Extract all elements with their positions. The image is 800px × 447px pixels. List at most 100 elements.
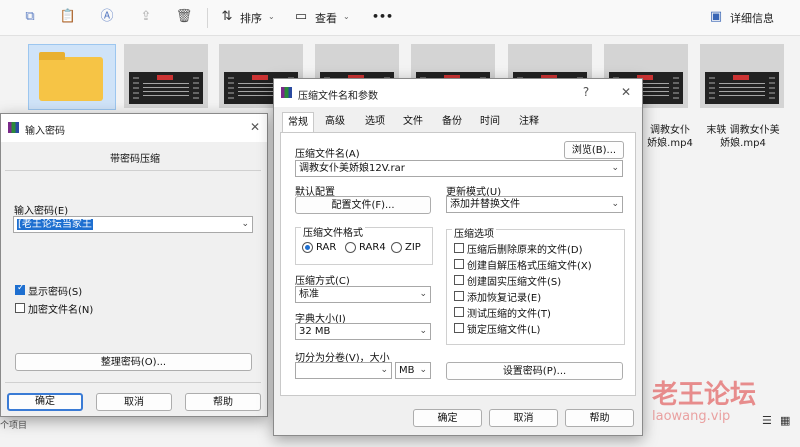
chevron-down-icon: ⌄: [343, 12, 350, 21]
help-button[interactable]: 帮助: [185, 393, 261, 411]
format-zip-label: ZIP: [405, 242, 421, 253]
explorer-toolbar: ⧉ 📋 Ⓐ ⇪ 🗑 ⇅ 排序 ⌄ ▭ 查看 ⌄ ••• ▣ 详细信息: [0, 0, 800, 36]
close-icon[interactable]: ✕: [616, 85, 636, 99]
copy-icon[interactable]: ⧉: [20, 7, 40, 27]
winrar-icon: [281, 87, 292, 98]
tab-files[interactable]: 文件: [398, 112, 428, 132]
tab-options[interactable]: 选项: [360, 112, 390, 132]
encrypt-names-label: 加密文件名(N): [28, 305, 94, 316]
share-icon[interactable]: ⇪: [136, 7, 156, 27]
format-rar-radio[interactable]: [302, 242, 313, 253]
set-password-button[interactable]: 设置密码(P)...: [446, 362, 623, 380]
chevron-down-icon[interactable]: ⌄: [419, 287, 427, 302]
file-name-line: 娇娘.mp4: [720, 138, 766, 149]
option-test-checkbox[interactable]: [454, 307, 464, 317]
method-label: 压缩方式(C): [295, 276, 350, 287]
folder-item[interactable]: [28, 44, 116, 110]
cancel-button[interactable]: 取消: [489, 409, 558, 427]
option-recovery-label: 添加恢复记录(E): [467, 293, 542, 304]
chevron-down-icon[interactable]: ⌄: [380, 363, 388, 378]
divider: [5, 170, 261, 171]
update-mode-value: 添加并替换文件: [450, 199, 520, 210]
tab-time[interactable]: 时间: [475, 112, 505, 132]
cancel-button[interactable]: 取消: [96, 393, 172, 411]
format-zip-radio[interactable]: [391, 242, 402, 253]
divider: [207, 8, 208, 28]
paste-icon[interactable]: 📋: [58, 7, 78, 27]
config-file-button[interactable]: 配置文件(F)...: [295, 196, 431, 214]
option-delete-checkbox[interactable]: [454, 243, 464, 253]
option-sfx-checkbox[interactable]: [454, 259, 464, 269]
ok-button[interactable]: 确定: [413, 409, 482, 427]
archive-name-label: 压缩文件名(A): [295, 149, 360, 160]
file-name-line: 末轶 调教女仆美: [706, 125, 780, 136]
video-thumbnail[interactable]: [124, 44, 208, 108]
format-rar4-label: RAR4: [359, 242, 386, 253]
details-button[interactable]: 详细信息: [730, 10, 774, 26]
list-view-icon[interactable]: ☰: [762, 414, 772, 427]
option-lock-label: 锁定压缩文件(L): [467, 325, 541, 336]
organize-passwords-button[interactable]: 整理密码(O)...: [15, 353, 252, 371]
tab-general[interactable]: 常规: [282, 112, 314, 133]
film-icon: [129, 72, 203, 104]
tab-advanced[interactable]: 高级: [320, 112, 350, 132]
password-dialog-titlebar: 输入密码 ✕: [1, 114, 267, 142]
winrar-icon: [8, 122, 19, 133]
encrypt-names-checkbox[interactable]: [15, 303, 25, 313]
chevron-down-icon[interactable]: ⌄: [611, 161, 619, 176]
sort-button[interactable]: 排序: [240, 10, 262, 26]
browse-button[interactable]: 浏览(B)...: [564, 141, 624, 159]
watermark-url: laowang.vip: [652, 409, 731, 424]
archive-name-input[interactable]: 调教女仆美娇娘12V.rar ⌄: [295, 160, 623, 177]
delete-icon[interactable]: 🗑: [174, 7, 194, 27]
view-icon[interactable]: ▭: [291, 7, 311, 27]
chevron-down-icon[interactable]: ⌄: [241, 217, 249, 232]
tab-bar: 常规 高级 选项 文件 备份 时间 注释: [280, 112, 634, 134]
video-thumbnail[interactable]: [700, 44, 784, 108]
option-sfx-label: 创建自解压格式压缩文件(X): [467, 261, 592, 272]
tile-view-icon[interactable]: ▦: [780, 414, 790, 427]
password-dialog-title: 输入密码: [25, 126, 65, 137]
method-value: 标准: [299, 289, 319, 300]
format-rar4-radio[interactable]: [345, 242, 356, 253]
update-mode-select[interactable]: 添加并替换文件 ⌄: [446, 196, 623, 213]
password-label: 输入密码(E): [14, 206, 69, 217]
file-name[interactable]: 末轶 调教女仆美 娇娘.mp4: [700, 124, 786, 150]
dictionary-select[interactable]: 32 MB ⌄: [295, 323, 431, 340]
details-icon[interactable]: ▣: [706, 7, 726, 27]
folder-tab: [39, 52, 65, 60]
chevron-down-icon[interactable]: ⌄: [419, 363, 427, 378]
watermark-logo: 老王论坛: [652, 380, 757, 410]
status-item-count: 个项目: [0, 421, 28, 431]
format-rar-label: RAR: [316, 242, 337, 253]
option-solid-label: 创建固实压缩文件(S): [467, 277, 562, 288]
show-password-label: 显示密码(S): [28, 287, 83, 298]
view-button[interactable]: 查看: [315, 10, 337, 26]
option-lock-checkbox[interactable]: [454, 323, 464, 333]
help-button[interactable]: 帮助: [565, 409, 634, 427]
tab-comment[interactable]: 注释: [514, 112, 544, 132]
option-solid-checkbox[interactable]: [454, 275, 464, 285]
film-icon: [705, 72, 779, 104]
close-icon[interactable]: ✕: [245, 120, 265, 134]
show-password-checkbox[interactable]: [15, 283, 25, 295]
file-name[interactable]: 调教女仆 娇娘.mp4: [640, 124, 700, 150]
split-unit-select[interactable]: MB ⌄: [395, 362, 431, 379]
more-button[interactable]: •••: [372, 10, 393, 23]
archive-dialog-titlebar: 压缩文件名和参数 ? ✕: [274, 79, 642, 107]
help-icon[interactable]: ?: [576, 85, 596, 99]
option-recovery-checkbox[interactable]: [454, 291, 464, 301]
method-select[interactable]: 标准 ⌄: [295, 286, 431, 303]
ok-button[interactable]: 确定: [7, 393, 83, 411]
archive-name-value: 调教女仆美娇娘12V.rar: [299, 163, 405, 174]
rename-icon[interactable]: Ⓐ: [97, 7, 117, 27]
split-size-input[interactable]: ⌄: [295, 362, 392, 379]
chevron-down-icon[interactable]: ⌄: [611, 197, 619, 212]
chevron-down-icon[interactable]: ⌄: [419, 324, 427, 339]
tab-backup[interactable]: 备份: [437, 112, 467, 132]
password-input[interactable]: [老王论坛当家王 ⌄: [13, 216, 253, 233]
sort-icon[interactable]: ⇅: [217, 7, 237, 27]
password-dialog: 输入密码 ✕ 带密码压缩 输入密码(E) [老王论坛当家王 ⌄ 显示密码(S) …: [0, 113, 268, 417]
file-name-line: 娇娘.mp4: [647, 138, 693, 149]
dictionary-value: 32 MB: [299, 326, 331, 337]
